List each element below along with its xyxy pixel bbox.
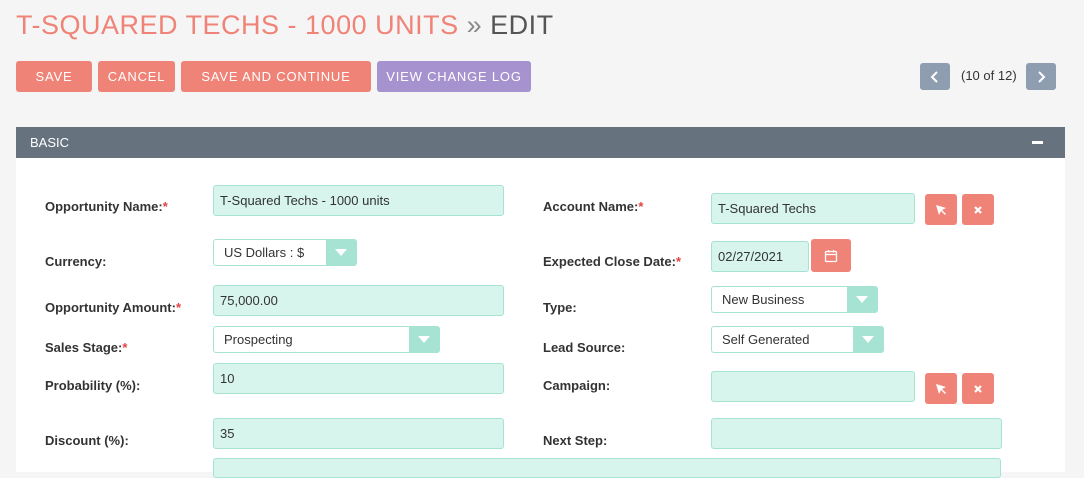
sales-stage-label: Sales Stage:* xyxy=(45,340,127,355)
campaign-label: Campaign: xyxy=(543,378,611,393)
type-label: Type: xyxy=(543,300,577,315)
opportunity-amount-input[interactable]: 75,000.00 xyxy=(213,285,504,316)
account-name-input[interactable]: T-Squared Techs xyxy=(711,193,915,224)
currency-label: Currency: xyxy=(45,254,107,269)
sales-stage-value: Prospecting xyxy=(224,332,293,347)
select-account-button[interactable] xyxy=(925,194,957,225)
clear-campaign-button[interactable] xyxy=(962,373,994,404)
description-textarea[interactable] xyxy=(213,458,1001,478)
required-marker: * xyxy=(122,340,128,355)
type-value: New Business xyxy=(722,292,805,307)
clear-account-button[interactable] xyxy=(962,194,994,225)
clear-x-icon xyxy=(974,384,982,393)
lead-source-label: Lead Source: xyxy=(543,340,626,355)
label-text: Sales Stage: xyxy=(45,340,123,355)
probability-label: Probability (%): xyxy=(45,378,141,393)
calendar-icon xyxy=(824,249,838,262)
label-text: Account Name: xyxy=(543,199,639,214)
opportunity-name-label: Opportunity Name:* xyxy=(45,199,168,214)
action-title: EDIT xyxy=(490,10,554,40)
next-step-input[interactable] xyxy=(711,418,1002,449)
sales-stage-select[interactable]: Prospecting xyxy=(213,326,440,353)
arrow-left-icon xyxy=(930,70,938,83)
select-arrow-icon xyxy=(936,383,946,394)
panel-title: BASIC xyxy=(30,135,70,150)
arrow-right-icon xyxy=(1038,70,1046,83)
page-title: T-SQUARED TECHS - 1000 UNITS » EDIT xyxy=(16,10,554,41)
currency-select[interactable]: US Dollars : $ xyxy=(213,239,357,266)
date-picker-button[interactable] xyxy=(811,239,851,272)
label-text: Opportunity Name: xyxy=(45,199,163,214)
opportunity-amount-label: Opportunity Amount:* xyxy=(45,300,181,315)
clear-x-icon xyxy=(974,205,982,214)
previous-record-button[interactable] xyxy=(920,63,950,90)
select-campaign-button[interactable] xyxy=(925,373,957,404)
chevron-down-icon xyxy=(326,240,356,265)
opportunity-name-input[interactable]: T-Squared Techs - 1000 units xyxy=(213,185,504,216)
type-select[interactable]: New Business xyxy=(711,286,878,313)
view-change-log-button[interactable]: VIEW CHANGE LOG xyxy=(377,61,531,92)
campaign-input[interactable] xyxy=(711,371,915,402)
panel-header-basic[interactable]: BASIC xyxy=(16,127,1065,158)
currency-value: US Dollars : $ xyxy=(224,245,305,260)
probability-input[interactable]: 10 xyxy=(213,363,504,394)
chevron-down-icon xyxy=(409,327,439,352)
save-button[interactable]: SAVE xyxy=(16,61,92,92)
expected-close-date-input[interactable]: 02/27/2021 xyxy=(711,241,809,272)
select-arrow-icon xyxy=(936,204,946,215)
required-marker: * xyxy=(638,199,644,214)
record-title: T-SQUARED TECHS - 1000 UNITS xyxy=(16,10,459,40)
next-record-button[interactable] xyxy=(1026,63,1056,90)
required-marker: * xyxy=(162,199,168,214)
next-step-label: Next Step: xyxy=(543,433,608,448)
discount-label: Discount (%): xyxy=(45,433,129,448)
chevron-down-icon xyxy=(853,327,883,352)
required-marker: * xyxy=(675,254,681,269)
cancel-button[interactable]: CANCEL xyxy=(98,61,175,92)
label-text: Opportunity Amount: xyxy=(45,300,176,315)
discount-input[interactable]: 35 xyxy=(213,418,504,449)
save-and-continue-button[interactable]: SAVE AND CONTINUE xyxy=(181,61,371,92)
expected-close-date-label: Expected Close Date:* xyxy=(543,254,681,269)
title-separator: » xyxy=(466,10,483,40)
chevron-down-icon xyxy=(847,287,877,312)
label-text: Expected Close Date: xyxy=(543,254,676,269)
pagination-status: (10 of 12) xyxy=(961,68,1017,83)
minus-icon[interactable] xyxy=(1032,141,1043,144)
required-marker: * xyxy=(175,300,181,315)
lead-source-select[interactable]: Self Generated xyxy=(711,326,884,353)
account-name-label: Account Name:* xyxy=(543,199,643,214)
lead-source-value: Self Generated xyxy=(722,332,810,347)
